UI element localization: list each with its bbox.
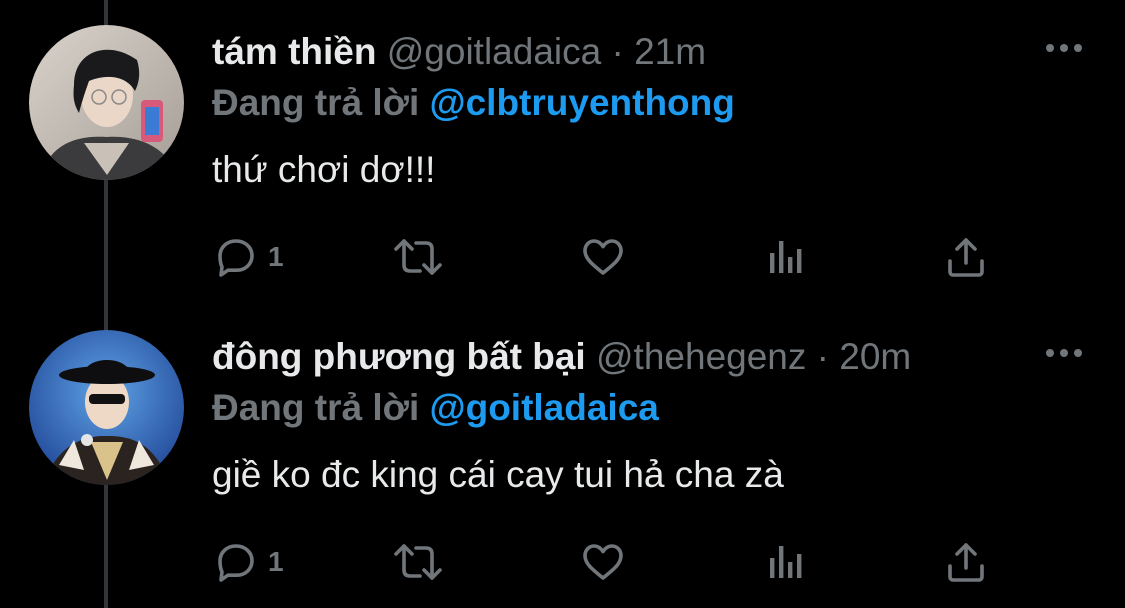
username[interactable]: @goitladaica bbox=[387, 31, 601, 72]
replying-to: Đang trả lời @clbtruyenthong bbox=[212, 81, 735, 125]
separator-dot: · bbox=[611, 31, 624, 72]
share-button[interactable] bbox=[942, 537, 990, 587]
reply-count: 1 bbox=[268, 546, 284, 577]
timestamp[interactable]: 20m bbox=[839, 336, 911, 377]
tweet[interactable]: đông phương bất bại @thehegenz · 20m Đan… bbox=[0, 305, 1125, 608]
retweet-icon bbox=[394, 239, 442, 275]
share-upload-icon bbox=[948, 543, 984, 582]
separator-dot: · bbox=[816, 336, 829, 377]
tweet-text: thứ chơi dơ!!! bbox=[212, 149, 436, 190]
avatar[interactable] bbox=[29, 330, 184, 485]
ellipsis-icon[interactable] bbox=[1043, 343, 1085, 363]
timestamp[interactable]: 21m bbox=[634, 31, 706, 72]
username[interactable]: @thehegenz bbox=[596, 336, 806, 377]
reply-button[interactable]: 1 bbox=[212, 232, 284, 282]
heart-icon bbox=[583, 544, 623, 580]
mention-link[interactable]: @clbtruyenthong bbox=[430, 82, 735, 123]
retweet-button[interactable] bbox=[390, 232, 446, 282]
speech-bubble-icon bbox=[218, 239, 254, 277]
speech-bubble-icon bbox=[218, 544, 254, 582]
tweet-header: đông phương bất bại @thehegenz · 20m bbox=[212, 335, 911, 379]
heart-icon bbox=[583, 239, 623, 275]
reply-count: 1 bbox=[268, 241, 284, 272]
reply-button[interactable]: 1 bbox=[212, 537, 284, 587]
mention-link[interactable]: @goitladaica bbox=[430, 387, 659, 428]
retweet-icon bbox=[394, 544, 442, 580]
share-button[interactable] bbox=[942, 232, 990, 282]
tweet[interactable]: tám thiền @goitladaica · 21m Đang trả lờ… bbox=[0, 0, 1125, 305]
share-upload-icon bbox=[948, 238, 984, 277]
ellipsis-icon[interactable] bbox=[1043, 38, 1085, 58]
views-button[interactable] bbox=[762, 232, 810, 282]
display-name[interactable]: tám thiền bbox=[212, 31, 376, 72]
like-button[interactable] bbox=[579, 537, 627, 587]
replying-to-label: Đang trả lời bbox=[212, 387, 420, 428]
views-button[interactable] bbox=[762, 537, 810, 587]
avatar[interactable] bbox=[29, 25, 184, 180]
replying-to: Đang trả lời @goitladaica bbox=[212, 386, 659, 430]
tweet-text: giề ko đc king cái cay tui hả cha zà bbox=[212, 454, 784, 495]
tweet-header: tám thiền @goitladaica · 21m bbox=[212, 30, 706, 74]
like-button[interactable] bbox=[579, 232, 627, 282]
display-name[interactable]: đông phương bất bại bbox=[212, 336, 586, 377]
bar-chart-icon bbox=[770, 241, 802, 273]
replying-to-label: Đang trả lời bbox=[212, 82, 420, 123]
action-bar: 1 bbox=[212, 537, 1012, 587]
bar-chart-icon bbox=[770, 546, 802, 578]
retweet-button[interactable] bbox=[390, 537, 446, 587]
action-bar: 1 bbox=[212, 232, 1012, 282]
